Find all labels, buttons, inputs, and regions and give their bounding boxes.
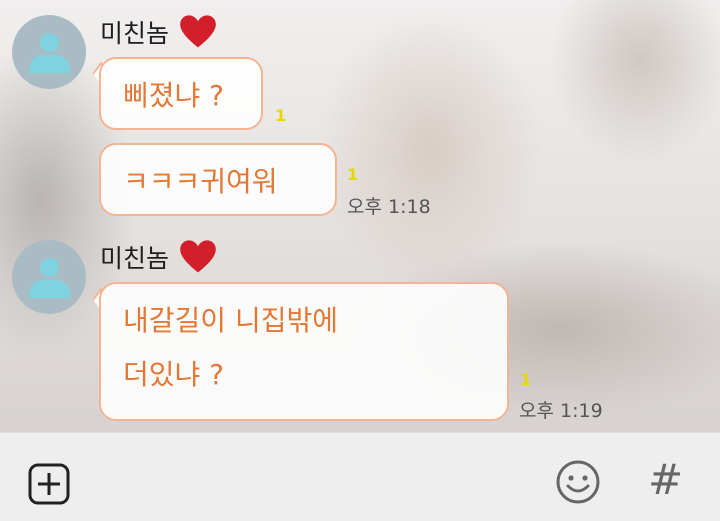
add-icon[interactable] xyxy=(28,463,70,505)
hashtag-icon[interactable]: # xyxy=(648,455,683,504)
heart-icon xyxy=(180,15,216,48)
sender-name-row: 미친놈 xyxy=(100,239,217,275)
avatar-body-shape xyxy=(29,280,70,298)
message-text-line: 더있냐 ? xyxy=(123,358,225,391)
heart-icon xyxy=(180,240,216,273)
sender-avatar[interactable] xyxy=(12,15,86,89)
chat-input-bar: # xyxy=(0,432,720,521)
message-text-line: 내갈길이 니집밖에 xyxy=(123,304,338,337)
sender-name: 미친놈 xyxy=(100,19,170,48)
avatar-head-shape xyxy=(40,258,59,277)
unread-count: 1 xyxy=(347,165,359,184)
message-timestamp: 오후 1:19 xyxy=(519,400,603,422)
message-bubble[interactable]: 삐졌냐 ? xyxy=(99,57,263,130)
sender-name: 미친놈 xyxy=(100,244,170,273)
emoji-icon[interactable] xyxy=(555,459,601,505)
message-timestamp: 오후 1:18 xyxy=(347,196,431,218)
avatar-body-shape xyxy=(29,55,70,73)
unread-count: 1 xyxy=(520,370,532,389)
chat-area[interactable]: 미친놈 삐졌냐 ? 1 ㅋㅋㅋ귀여워 1 오후 1:18 미친놈 내갈길이 니집… xyxy=(0,0,720,432)
sender-avatar[interactable] xyxy=(12,240,86,314)
sender-name-row: 미친놈 xyxy=(100,14,217,50)
message-bubble[interactable]: 내갈길이 니집밖에 더있냐 ? xyxy=(99,282,509,421)
avatar-head-shape xyxy=(40,33,59,52)
message-text: 삐졌냐 ? xyxy=(123,78,225,112)
unread-count: 1 xyxy=(275,106,287,125)
message-bubble[interactable]: ㅋㅋㅋ귀여워 xyxy=(99,143,337,216)
message-text: ㅋㅋㅋ귀여워 xyxy=(123,164,278,198)
